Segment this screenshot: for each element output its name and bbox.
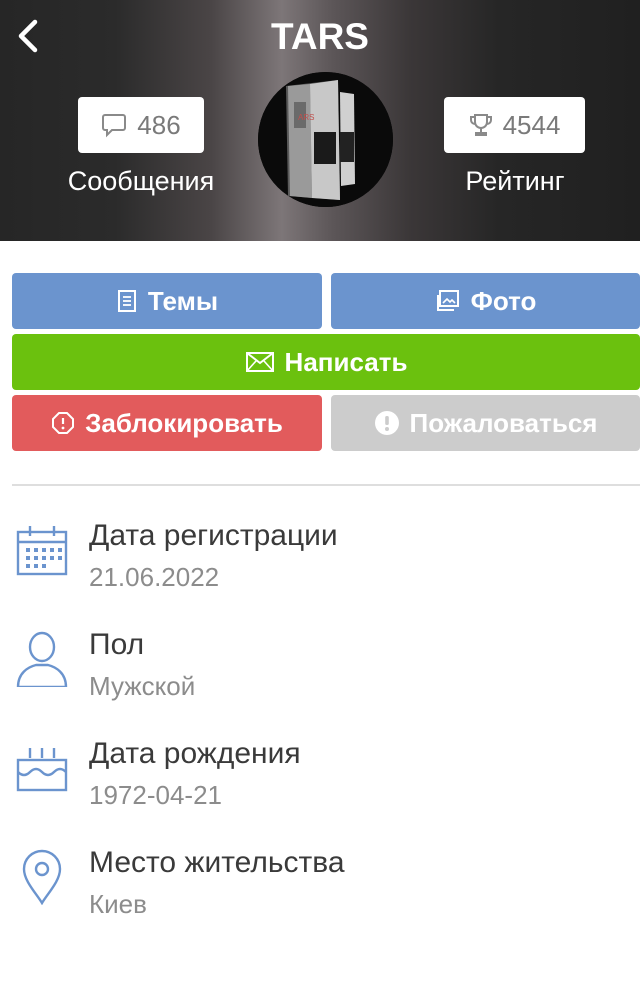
topics-button[interactable]: Темы [12, 273, 322, 329]
page-title: TARS [271, 16, 369, 57]
block-button-label: Заблокировать [85, 407, 283, 438]
report-button-label: Пожаловаться [409, 407, 598, 438]
avatar-image: ARS [258, 72, 393, 207]
rating-box[interactable]: 4544 [444, 97, 585, 153]
info-value: Мужской [89, 671, 196, 701]
divider [12, 484, 640, 486]
rating-count: 4544 [502, 109, 561, 140]
messages-count-box[interactable]: 486 [78, 97, 204, 153]
trophy-icon [469, 114, 492, 136]
info-residence: Место жительства Киев [0, 845, 640, 935]
rating-label: Рейтинг [465, 166, 565, 196]
info-value: 21.06.2022 [89, 562, 220, 592]
info-value: Киев [89, 889, 147, 919]
info-title: Пол [89, 628, 145, 661]
photo-button[interactable]: Фото [331, 273, 640, 329]
block-octagon-icon [52, 412, 75, 434]
image-icon [436, 290, 459, 311]
avatar[interactable]: ARS [258, 72, 393, 207]
location-pin-icon [14, 845, 70, 906]
info-registration-date: Дата регистрации 21.06.2022 [0, 518, 640, 608]
profile-header: TARS 486 Сообщения ARS 4544 Рейтинг [0, 0, 640, 241]
info-gender: Пол Мужской [0, 627, 640, 717]
user-icon [14, 627, 70, 689]
messages-label: Сообщения [67, 166, 215, 196]
svg-text:ARS: ARS [298, 113, 314, 122]
document-list-icon [117, 290, 136, 312]
photo-button-label: Фото [470, 285, 537, 316]
calendar-icon [14, 518, 70, 578]
block-button[interactable]: Заблокировать [12, 395, 322, 451]
chat-bubble-icon [102, 114, 127, 138]
info-title: Дата рождения [89, 737, 301, 770]
envelope-icon [245, 352, 274, 372]
info-birth-date: Дата рождения 1972-04-21 [0, 736, 640, 826]
topics-button-label: Темы [147, 285, 219, 316]
exclamation-circle-icon [374, 411, 399, 435]
info-value: 1972-04-21 [89, 780, 222, 810]
birthday-cake-icon [14, 736, 70, 796]
report-button[interactable]: Пожаловаться [331, 395, 640, 451]
info-title: Дата регистрации [89, 519, 338, 552]
info-title: Место жительства [89, 846, 345, 879]
messages-count: 486 [137, 109, 181, 140]
write-button-label: Написать [284, 346, 408, 377]
write-message-button[interactable]: Написать [12, 334, 640, 390]
